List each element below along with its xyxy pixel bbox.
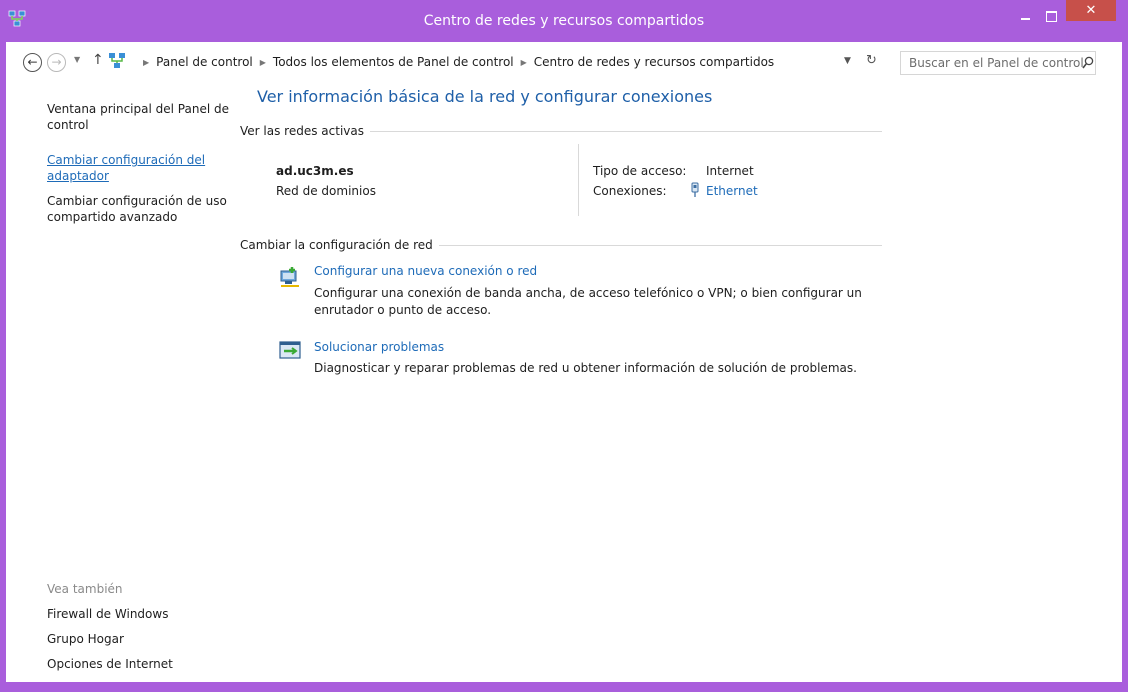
new-connection-icon <box>280 267 299 287</box>
breadcrumb-item-network-center[interactable]: Centro de redes y recursos compartidos <box>534 55 774 69</box>
active-networks-heading: Ver las redes activas <box>240 124 370 138</box>
ethernet-link[interactable]: Ethernet <box>706 184 758 198</box>
sidebar: Ventana principal del Panel de control C… <box>6 84 238 682</box>
ethernet-icon <box>691 182 699 197</box>
sidebar-item-control-panel-home[interactable]: Ventana principal del Panel de control <box>47 101 232 133</box>
chevron-right-icon: ▶ <box>143 58 150 67</box>
access-type-value: Internet <box>706 164 754 178</box>
sidebar-item-advanced-sharing[interactable]: Cambiar configuración de uso compartido … <box>47 193 232 225</box>
troubleshoot-icon <box>279 341 301 359</box>
forward-button[interactable]: → <box>47 53 66 72</box>
title-bar[interactable]: Centro de redes y recursos compartidos ✕ <box>0 0 1128 42</box>
divider <box>578 144 579 216</box>
recent-locations-button[interactable]: ▼ <box>74 55 80 64</box>
window: Centro de redes y recursos compartidos ✕… <box>0 0 1128 692</box>
breadcrumb: ▶ Panel de control ▶ Todos los elementos de… <box>136 55 774 69</box>
page-title: Ver información básica de la red y confi… <box>257 87 713 106</box>
main-panel: Ver información básica de la red y confi… <box>238 84 1122 682</box>
maximize-button[interactable] <box>1038 6 1064 28</box>
access-type-label: Tipo de acceso: <box>593 164 687 178</box>
see-also-homegroup[interactable]: Grupo Hogar <box>47 632 124 646</box>
window-title: Centro de redes y recursos compartidos <box>423 13 705 29</box>
chevron-down-icon[interactable]: ▼ <box>844 56 851 66</box>
search-icon[interactable] <box>1082 56 1094 70</box>
address-bar: ← → ▼ ↑ ▶ Panel de control ▶ Todos los elem… <box>6 42 1122 84</box>
new-connection-link[interactable]: Configurar una nueva conexión o red <box>314 264 537 278</box>
sidebar-item-adapter-settings[interactable]: Cambiar configuración del adaptador <box>47 152 232 184</box>
path-box[interactable]: ▶ Panel de control ▶ Todos los elementos de… <box>108 51 882 74</box>
content-area: Ventana principal del Panel de control C… <box>6 84 1122 682</box>
search-input[interactable]: Buscar en el Panel de control <box>900 51 1096 75</box>
network-type: Red de dominios <box>276 184 376 198</box>
troubleshoot-description: Diagnosticar y reparar problemas de red … <box>314 361 857 375</box>
search-placeholder: Buscar en el Panel de control <box>909 56 1084 70</box>
refresh-icon[interactable]: ↻ <box>866 53 877 68</box>
up-button[interactable]: ↑ <box>92 52 104 68</box>
connections-label: Conexiones: <box>593 184 667 198</box>
new-connection-description: Configurar una conexión de banda ancha, … <box>314 286 862 317</box>
see-also-internet-options[interactable]: Opciones de Internet <box>47 657 173 671</box>
chevron-right-icon[interactable]: ▶ <box>521 58 527 67</box>
control-panel-icon <box>109 53 125 68</box>
chevron-right-icon[interactable]: ▶ <box>260 58 266 67</box>
see-also-heading: Vea también <box>47 582 123 596</box>
troubleshoot-link[interactable]: Solucionar problemas <box>314 340 444 354</box>
breadcrumb-item-all-items[interactable]: Todos los elementos de Panel de control <box>273 55 514 69</box>
see-also-firewall[interactable]: Firewall de Windows <box>47 607 168 621</box>
close-button[interactable]: ✕ <box>1066 0 1116 21</box>
minimize-button[interactable] <box>1012 6 1038 28</box>
back-button[interactable]: ← <box>23 53 42 72</box>
network-name: ad.uc3m.es <box>276 164 354 178</box>
breadcrumb-item-panel[interactable]: Panel de control <box>156 55 253 69</box>
change-settings-heading: Cambiar la configuración de red <box>240 238 439 252</box>
